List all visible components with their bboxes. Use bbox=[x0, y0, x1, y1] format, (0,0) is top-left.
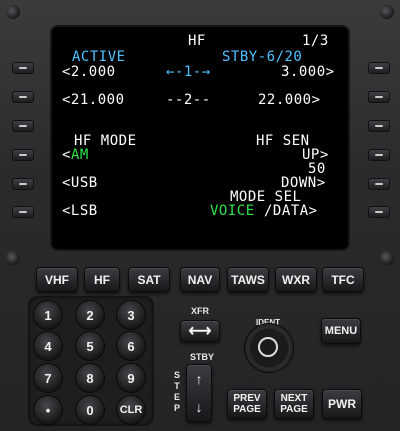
page-title: HF bbox=[188, 33, 206, 49]
lsk-left-6[interactable] bbox=[12, 206, 34, 218]
key-1[interactable]: 1 bbox=[33, 300, 63, 330]
lsk-left-2[interactable] bbox=[12, 91, 34, 103]
lsk-right-6[interactable] bbox=[368, 206, 390, 218]
lsk-left-5[interactable] bbox=[12, 178, 34, 190]
lsk-right-1[interactable] bbox=[368, 62, 390, 74]
stby-freq-1: 3.000> bbox=[281, 64, 335, 80]
screw-icon bbox=[380, 251, 394, 265]
taws-key[interactable]: TAWS bbox=[227, 267, 269, 292]
pwr-key[interactable]: PWR bbox=[322, 389, 362, 419]
prev-page-key[interactable]: PREV PAGE bbox=[227, 389, 267, 419]
lsk-right-3[interactable] bbox=[368, 120, 390, 132]
nav-key[interactable]: NAV bbox=[180, 267, 220, 292]
ident-button[interactable] bbox=[244, 323, 294, 373]
wxr-key[interactable]: WXR bbox=[275, 267, 317, 292]
am-mode: AM bbox=[71, 147, 89, 163]
key-3[interactable]: 3 bbox=[116, 300, 146, 330]
lsk-right-5[interactable] bbox=[368, 178, 390, 190]
up-arrow-icon[interactable]: ↑ bbox=[196, 371, 203, 387]
active-freq-2: <21.000 bbox=[62, 92, 125, 108]
key-0[interactable]: 0 bbox=[75, 395, 105, 425]
xfr-button[interactable]: ⟷ bbox=[180, 320, 220, 342]
am-arrow: < bbox=[62, 147, 71, 163]
key-8[interactable]: 8 bbox=[75, 363, 105, 393]
lsk-left-4[interactable] bbox=[12, 149, 34, 161]
lsk-left-1[interactable] bbox=[12, 62, 34, 74]
active-freq-1: <2.000 bbox=[62, 64, 116, 80]
screw-icon bbox=[6, 251, 20, 265]
key-7[interactable]: 7 bbox=[33, 363, 63, 393]
step-rocker[interactable]: ↑ ↓ bbox=[186, 364, 212, 422]
active-label: ACTIVE bbox=[72, 49, 126, 65]
screw-icon bbox=[380, 5, 394, 19]
sat-key[interactable]: SAT bbox=[128, 267, 170, 292]
voice-mode: VOICE bbox=[210, 203, 255, 219]
screw-icon bbox=[6, 5, 20, 19]
key-6[interactable]: 6 bbox=[116, 331, 146, 361]
stby-label: STBY bbox=[189, 352, 214, 362]
key-9[interactable]: 9 bbox=[116, 363, 146, 393]
key-4[interactable]: 4 bbox=[33, 331, 63, 361]
key-2[interactable]: 2 bbox=[75, 300, 105, 330]
lsk-right-2[interactable] bbox=[368, 91, 390, 103]
key-decimal[interactable]: • bbox=[33, 395, 63, 425]
cdu-display: HF 1/3 ACTIVE STBY-6/20 <2.000 ←-1-→ 3.0… bbox=[52, 27, 348, 249]
down-arrow-icon[interactable]: ↓ bbox=[196, 399, 203, 415]
next-page-key[interactable]: NEXT PAGE bbox=[274, 389, 314, 419]
xfr-label: XFR bbox=[191, 306, 209, 316]
swap-arrows-1: ←-1-→ bbox=[166, 64, 211, 80]
hf-key[interactable]: HF bbox=[84, 267, 120, 292]
data-mode: /DATA> bbox=[264, 203, 318, 219]
usb-mode: <USB bbox=[62, 175, 98, 191]
lsk-left-3[interactable] bbox=[12, 120, 34, 132]
key-5[interactable]: 5 bbox=[75, 331, 105, 361]
menu-key[interactable]: MENU bbox=[321, 318, 361, 344]
step-label: STEP bbox=[173, 370, 180, 413]
cdu-bezel: HF 1/3 ACTIVE STBY-6/20 <2.000 ←-1-→ 3.0… bbox=[0, 0, 400, 431]
lsk-right-4[interactable] bbox=[368, 149, 390, 161]
page-number: 1/3 bbox=[302, 33, 329, 49]
swap-arrows-2: --2-- bbox=[166, 92, 211, 108]
numeric-keypad: 1 2 3 4 5 6 7 8 9 • 0 CLR bbox=[28, 296, 154, 426]
stby-label: STBY-6/20 bbox=[222, 49, 303, 65]
key-clr[interactable]: CLR bbox=[116, 395, 146, 425]
vhf-key[interactable]: VHF bbox=[36, 267, 78, 292]
stby-freq-2: 22.000> bbox=[258, 92, 321, 108]
lsb-mode: <LSB bbox=[62, 203, 98, 219]
tfc-key[interactable]: TFC bbox=[322, 267, 364, 292]
